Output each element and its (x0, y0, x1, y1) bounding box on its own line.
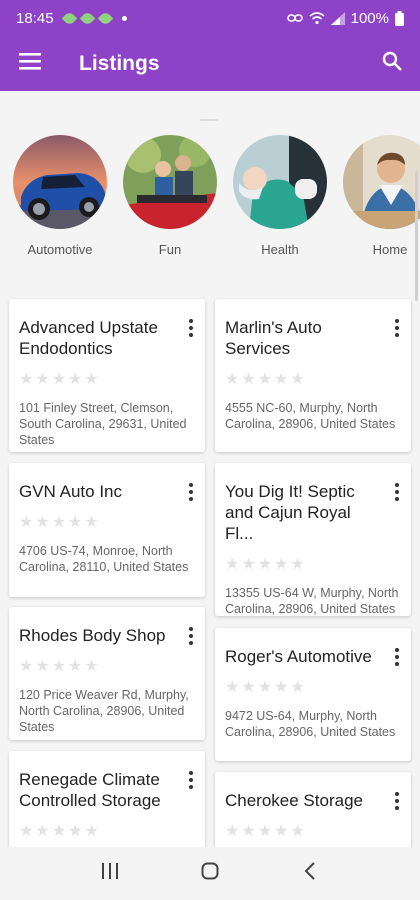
battery-level: 100% (350, 9, 389, 27)
listing-card[interactable]: Marlin's Auto Services ★ ★ ★ ★ ★ 4555 NC-60,… (215, 299, 411, 452)
category-label: Fun (158, 242, 182, 257)
category-carousel[interactable]: Automotive Fun Health Home (0, 135, 420, 265)
more-vert-icon (189, 627, 193, 631)
rating-stars: ★ ★ ★ ★ ★ (19, 371, 99, 388)
rating-stars: ★ ★ ★ ★ ★ (225, 679, 305, 696)
listing-name: Advanced Upstate Endodontics (19, 318, 158, 358)
recent-apps-icon (101, 863, 119, 884)
wifi-icon (309, 11, 325, 25)
recent-apps-button[interactable] (90, 854, 130, 894)
more-options-button[interactable] (184, 769, 198, 791)
listing-card[interactable]: Roger's Automotive ★ ★ ★ ★ ★ 9472 US-64, Mur… (215, 628, 411, 761)
more-options-button[interactable] (184, 625, 198, 647)
listing-card[interactable]: GVN Auto Inc ★ ★ ★ ★ ★ 4706 US-74, Monroe, N… (9, 463, 205, 597)
back-chevron-icon (304, 862, 316, 885)
more-vert-icon (395, 319, 399, 323)
listing-card[interactable]: Renegade Climate Controlled Storage ★ ★ ★ ★… (9, 751, 205, 847)
notification-leaf-icon (97, 10, 113, 26)
category-label: Home (372, 242, 408, 257)
listing-name: Rhodes Body Shop (19, 626, 166, 645)
link-icon (286, 13, 303, 23)
more-vert-icon (395, 648, 399, 652)
listing-address: 4555 NC-60, Murphy, North Carolina, 2890… (225, 401, 396, 431)
listing-card[interactable]: Rhodes Body Shop ★ ★ ★ ★ ★ 120 Price Weaver … (9, 607, 205, 740)
category-health[interactable]: Health (233, 135, 327, 257)
more-vert-icon (395, 483, 399, 487)
status-icons: 100% (286, 9, 404, 27)
status-time: 18:45 (16, 9, 54, 27)
more-vert-icon (395, 792, 399, 796)
listing-address: 120 Price Weaver Rd, Murphy, North Carol… (19, 688, 189, 734)
more-vert-icon (189, 319, 193, 323)
listing-name: Cherokee Storage (225, 791, 363, 810)
scrollbar[interactable] (415, 171, 418, 301)
category-label: Health (261, 242, 299, 257)
listing-name: Roger's Automotive (225, 647, 372, 666)
home-icon (201, 862, 219, 885)
category-automotive[interactable]: Automotive (13, 135, 107, 257)
listing-name: Renegade Climate Controlled Storage (19, 770, 161, 810)
category-fun[interactable]: Fun (123, 135, 217, 257)
battery-icon (395, 10, 404, 26)
more-options-button[interactable] (390, 317, 404, 339)
status-bar: 18:45 100% (0, 0, 420, 36)
rating-stars: ★ ★ ★ ★ ★ (19, 658, 99, 675)
listing-card[interactable]: Advanced Upstate Endodontics ★ ★ ★ ★ ★ 101 F… (9, 299, 205, 452)
car-photo-icon (13, 135, 107, 229)
page-title: Listings (79, 51, 160, 75)
back-button[interactable] (290, 854, 330, 894)
category-home[interactable]: Home (343, 135, 420, 257)
more-options-button[interactable] (390, 481, 404, 503)
listing-address: 13355 US-64 W, Murphy, North Carolina, 2… (225, 586, 399, 616)
more-vert-icon (189, 771, 193, 775)
notification-leaf-icon (61, 10, 77, 26)
more-vert-icon (189, 483, 193, 487)
listing-address: 9472 US-64, Murphy, North Carolina, 2890… (225, 709, 396, 739)
search-icon (382, 51, 402, 76)
rating-stars: ★ ★ ★ ★ ★ (19, 823, 99, 840)
app-bar: Listings (0, 36, 420, 91)
signal-icon (330, 11, 345, 25)
listing-name: You Dig It! Septic and Cajun Royal Fl... (225, 482, 355, 543)
listing-card[interactable]: Cherokee Storage ★ ★ ★ ★ ★ (215, 772, 411, 847)
search-button[interactable] (364, 36, 420, 91)
listing-name: GVN Auto Inc (19, 482, 122, 501)
rating-stars: ★ ★ ★ ★ ★ (225, 823, 305, 840)
listing-card[interactable]: You Dig It! Septic and Cajun Royal Fl...… (215, 463, 411, 616)
notification-leaf-icon (79, 10, 95, 26)
carpenter-photo-icon (343, 135, 420, 229)
listing-address: 101 Finley Street, Clemson, South Caroli… (19, 401, 187, 447)
listing-name: Marlin's Auto Services (225, 318, 322, 358)
more-options-button[interactable] (390, 790, 404, 812)
system-nav-bar (0, 847, 420, 900)
notification-dot-icon (121, 15, 127, 21)
home-button[interactable] (190, 854, 230, 894)
hamburger-menu-icon (19, 52, 41, 75)
pull-handle (200, 119, 218, 121)
doctor-photo-icon (233, 135, 327, 229)
category-label: Automotive (27, 242, 93, 257)
more-options-button[interactable] (184, 317, 198, 339)
menu-button[interactable] (0, 36, 60, 91)
rating-stars: ★ ★ ★ ★ ★ (225, 371, 305, 388)
more-options-button[interactable] (390, 646, 404, 668)
rating-stars: ★ ★ ★ ★ ★ (225, 556, 305, 573)
rating-stars: ★ ★ ★ ★ ★ (19, 514, 99, 531)
listing-address: 4706 US-74, Monroe, North Carolina, 2811… (19, 544, 189, 574)
listings-content[interactable]: Automotive Fun Health Home Advanced Upst… (0, 91, 420, 847)
more-options-button[interactable] (184, 481, 198, 503)
rollercoaster-photo-icon (123, 135, 217, 229)
